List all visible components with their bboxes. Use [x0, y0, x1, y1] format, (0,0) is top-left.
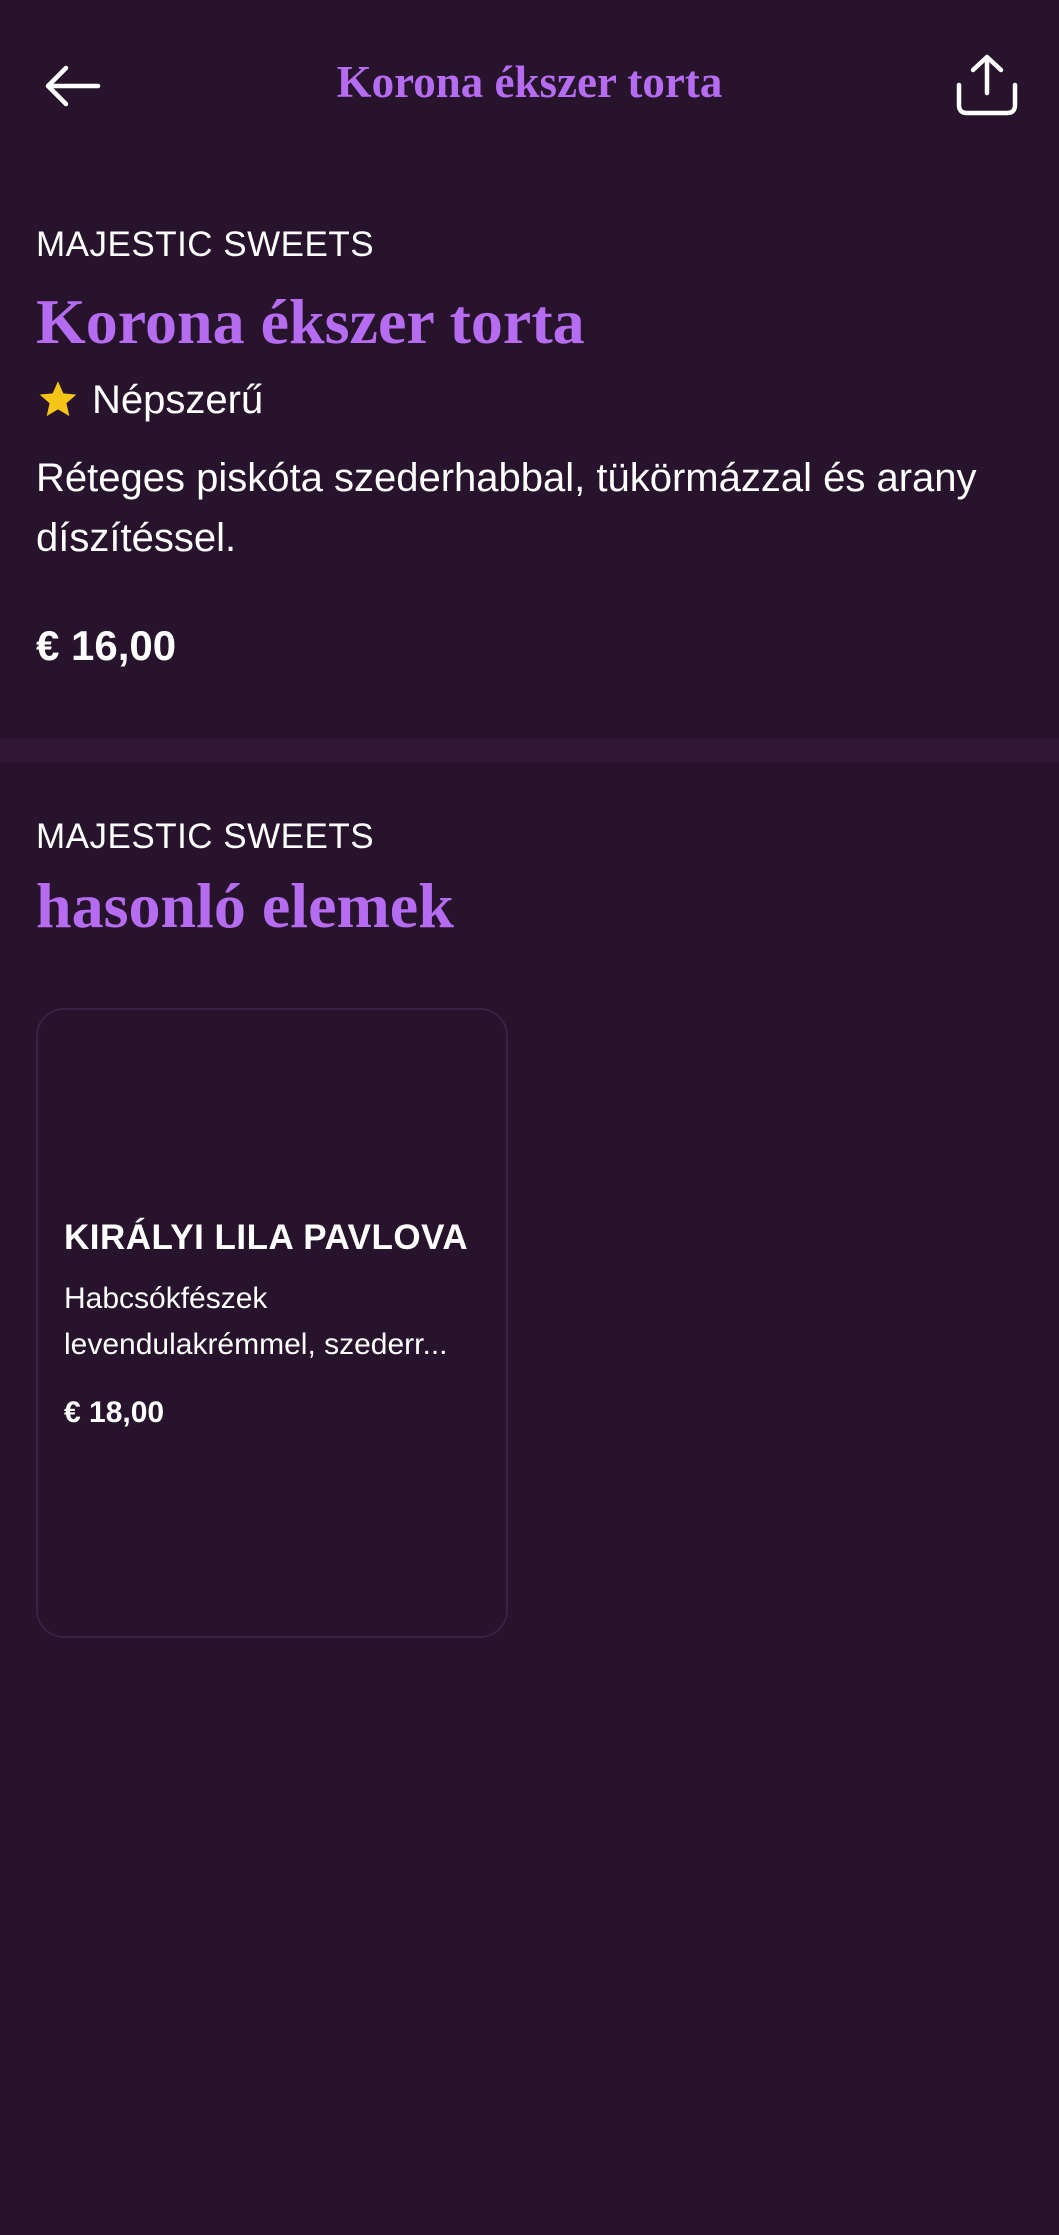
popular-badge: Népszerű	[36, 372, 1023, 428]
similar-items-title: hasonló elemek	[36, 870, 454, 941]
similar-items-section: MAJESTIC SWEETS hasonló elemek	[36, 812, 1023, 944]
similar-item-price: € 18,00	[64, 1396, 165, 1429]
share-button[interactable]	[948, 46, 1026, 124]
similar-brand-name: MAJESTIC SWEETS	[36, 817, 375, 856]
similar-item-description-line1: Habcsókfészek	[64, 1282, 268, 1315]
header-title: Korona ékszer torta	[336, 57, 723, 107]
product-price: € 16,00	[36, 622, 177, 669]
similar-item-card[interactable]: KIRÁLYI LILA PAVLOVA Habcsókfészek leven…	[36, 1008, 508, 1638]
arrow-left-icon	[45, 65, 101, 107]
share-icon	[956, 54, 1018, 116]
top-bar: Korona ékszer torta	[0, 0, 1059, 168]
popular-label: Népszerű	[92, 377, 264, 422]
brand-name: MAJESTIC SWEETS	[36, 225, 375, 264]
similar-item-description-line2: levendulakrémmel, szederr...	[64, 1328, 448, 1361]
similar-item-name: KIRÁLYI LILA PAVLOVA	[64, 1218, 469, 1257]
product-info: MAJESTIC SWEETS Korona ékszer torta Néps…	[36, 220, 1023, 674]
product-detail-page: Korona ékszer torta MAJESTIC SWEETS Koro…	[0, 0, 1059, 2235]
product-title: Korona ékszer torta	[36, 286, 585, 357]
section-divider	[0, 738, 1059, 762]
back-button[interactable]	[36, 50, 108, 122]
similar-item-description: Habcsókfészek levendulakrémmel, szederr.…	[64, 1276, 484, 1368]
star-icon	[39, 381, 77, 417]
product-description: Réteges piskóta szederhabbal, tükörmázza…	[36, 456, 977, 560]
